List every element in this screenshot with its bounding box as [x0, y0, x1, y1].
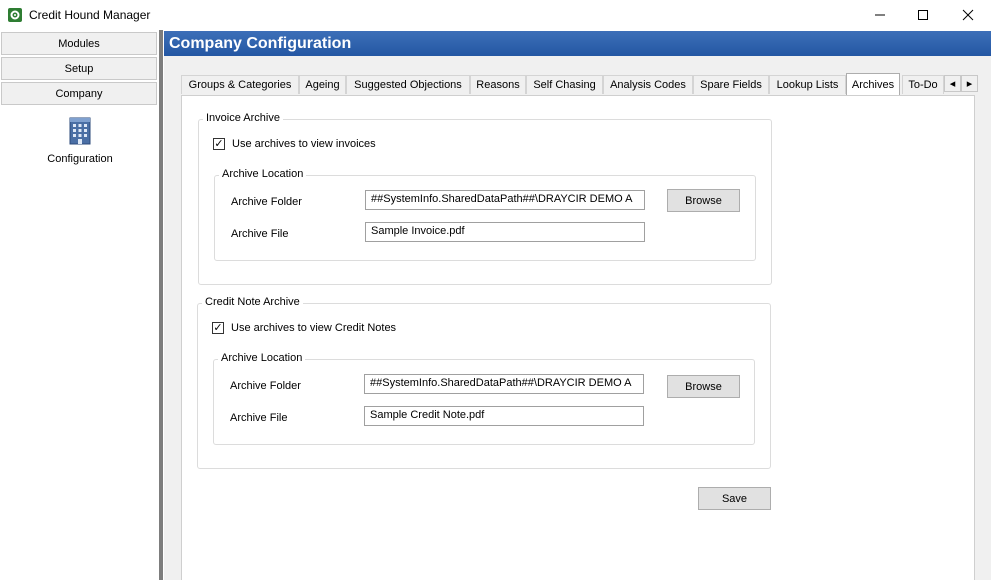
- tab-scroll-right-icon[interactable]: ▸: [961, 75, 978, 92]
- invoice-archive-file-label: Archive File: [231, 228, 289, 240]
- check-icon: ✓: [213, 321, 223, 334]
- minimize-button[interactable]: [857, 0, 903, 30]
- invoice-archive-location-legend: Archive Location: [219, 168, 307, 180]
- credit-note-archive-file-label: Archive File: [230, 412, 288, 424]
- check-icon: ✓: [214, 137, 224, 150]
- close-button[interactable]: [945, 0, 991, 30]
- tab-analysis-codes[interactable]: Analysis Codes: [603, 75, 693, 94]
- credit-note-archive-checkbox-label[interactable]: Use archives to view Credit Notes: [231, 322, 396, 334]
- tab-groups-categories[interactable]: Groups & Categories: [181, 75, 299, 94]
- invoice-archive-legend: Invoice Archive: [203, 112, 283, 124]
- credit-note-archive-location-legend: Archive Location: [218, 352, 306, 364]
- pane-splitter[interactable]: [159, 30, 163, 580]
- maximize-icon: [918, 10, 928, 20]
- tab-ageing[interactable]: Ageing: [299, 75, 346, 94]
- close-icon: [962, 9, 974, 21]
- tab-to-do[interactable]: To-Do: [902, 75, 944, 94]
- building-icon[interactable]: [66, 115, 94, 145]
- credit-note-archive-location-group: [213, 359, 755, 445]
- tab-suggested-objections[interactable]: Suggested Objections: [346, 75, 470, 94]
- credit-note-archive-folder-input[interactable]: ##SystemInfo.SharedDataPath##\DRAYCIR DE…: [364, 374, 644, 394]
- minimize-icon: [875, 14, 885, 16]
- invoice-archive-checkbox-label[interactable]: Use archives to view invoices: [232, 138, 376, 150]
- credit-note-archive-legend: Credit Note Archive: [202, 296, 303, 308]
- nav-configuration-label[interactable]: Configuration: [30, 153, 130, 165]
- invoice-archive-file-input[interactable]: Sample Invoice.pdf: [365, 222, 645, 242]
- invoice-archive-folder-input[interactable]: ##SystemInfo.SharedDataPath##\DRAYCIR DE…: [365, 190, 645, 210]
- credit-note-archive-folder-label: Archive Folder: [230, 380, 301, 392]
- save-button[interactable]: Save: [698, 487, 771, 510]
- invoice-archive-checkbox[interactable]: ✓: [213, 138, 225, 150]
- nav-modules-button[interactable]: Modules: [1, 32, 157, 55]
- credit-note-archive-file-input[interactable]: Sample Credit Note.pdf: [364, 406, 644, 426]
- invoice-archive-location-group: [214, 175, 756, 261]
- nav-setup-button[interactable]: Setup: [1, 57, 157, 80]
- nav-company-button[interactable]: Company: [1, 82, 157, 105]
- tab-self-chasing[interactable]: Self Chasing: [526, 75, 603, 94]
- invoice-archive-browse-button[interactable]: Browse: [667, 189, 740, 212]
- tab-scroll-buttons: ◂ ▸: [944, 75, 978, 92]
- credit-note-archive-browse-button[interactable]: Browse: [667, 375, 740, 398]
- window-title: Credit Hound Manager: [29, 8, 151, 22]
- tab-scroll-left-icon[interactable]: ◂: [944, 75, 961, 92]
- page-title: Company Configuration: [169, 35, 352, 52]
- tab-lookup-lists[interactable]: Lookup Lists: [769, 75, 846, 94]
- tab-spare-fields[interactable]: Spare Fields: [693, 75, 769, 94]
- app-icon: [8, 8, 22, 22]
- navigation-pane: [0, 30, 160, 580]
- invoice-archive-folder-label: Archive Folder: [231, 196, 302, 208]
- tab-reasons[interactable]: Reasons: [470, 75, 526, 94]
- maximize-button[interactable]: [900, 0, 946, 30]
- tab-archives[interactable]: Archives: [846, 73, 900, 95]
- credit-note-archive-checkbox[interactable]: ✓: [212, 322, 224, 334]
